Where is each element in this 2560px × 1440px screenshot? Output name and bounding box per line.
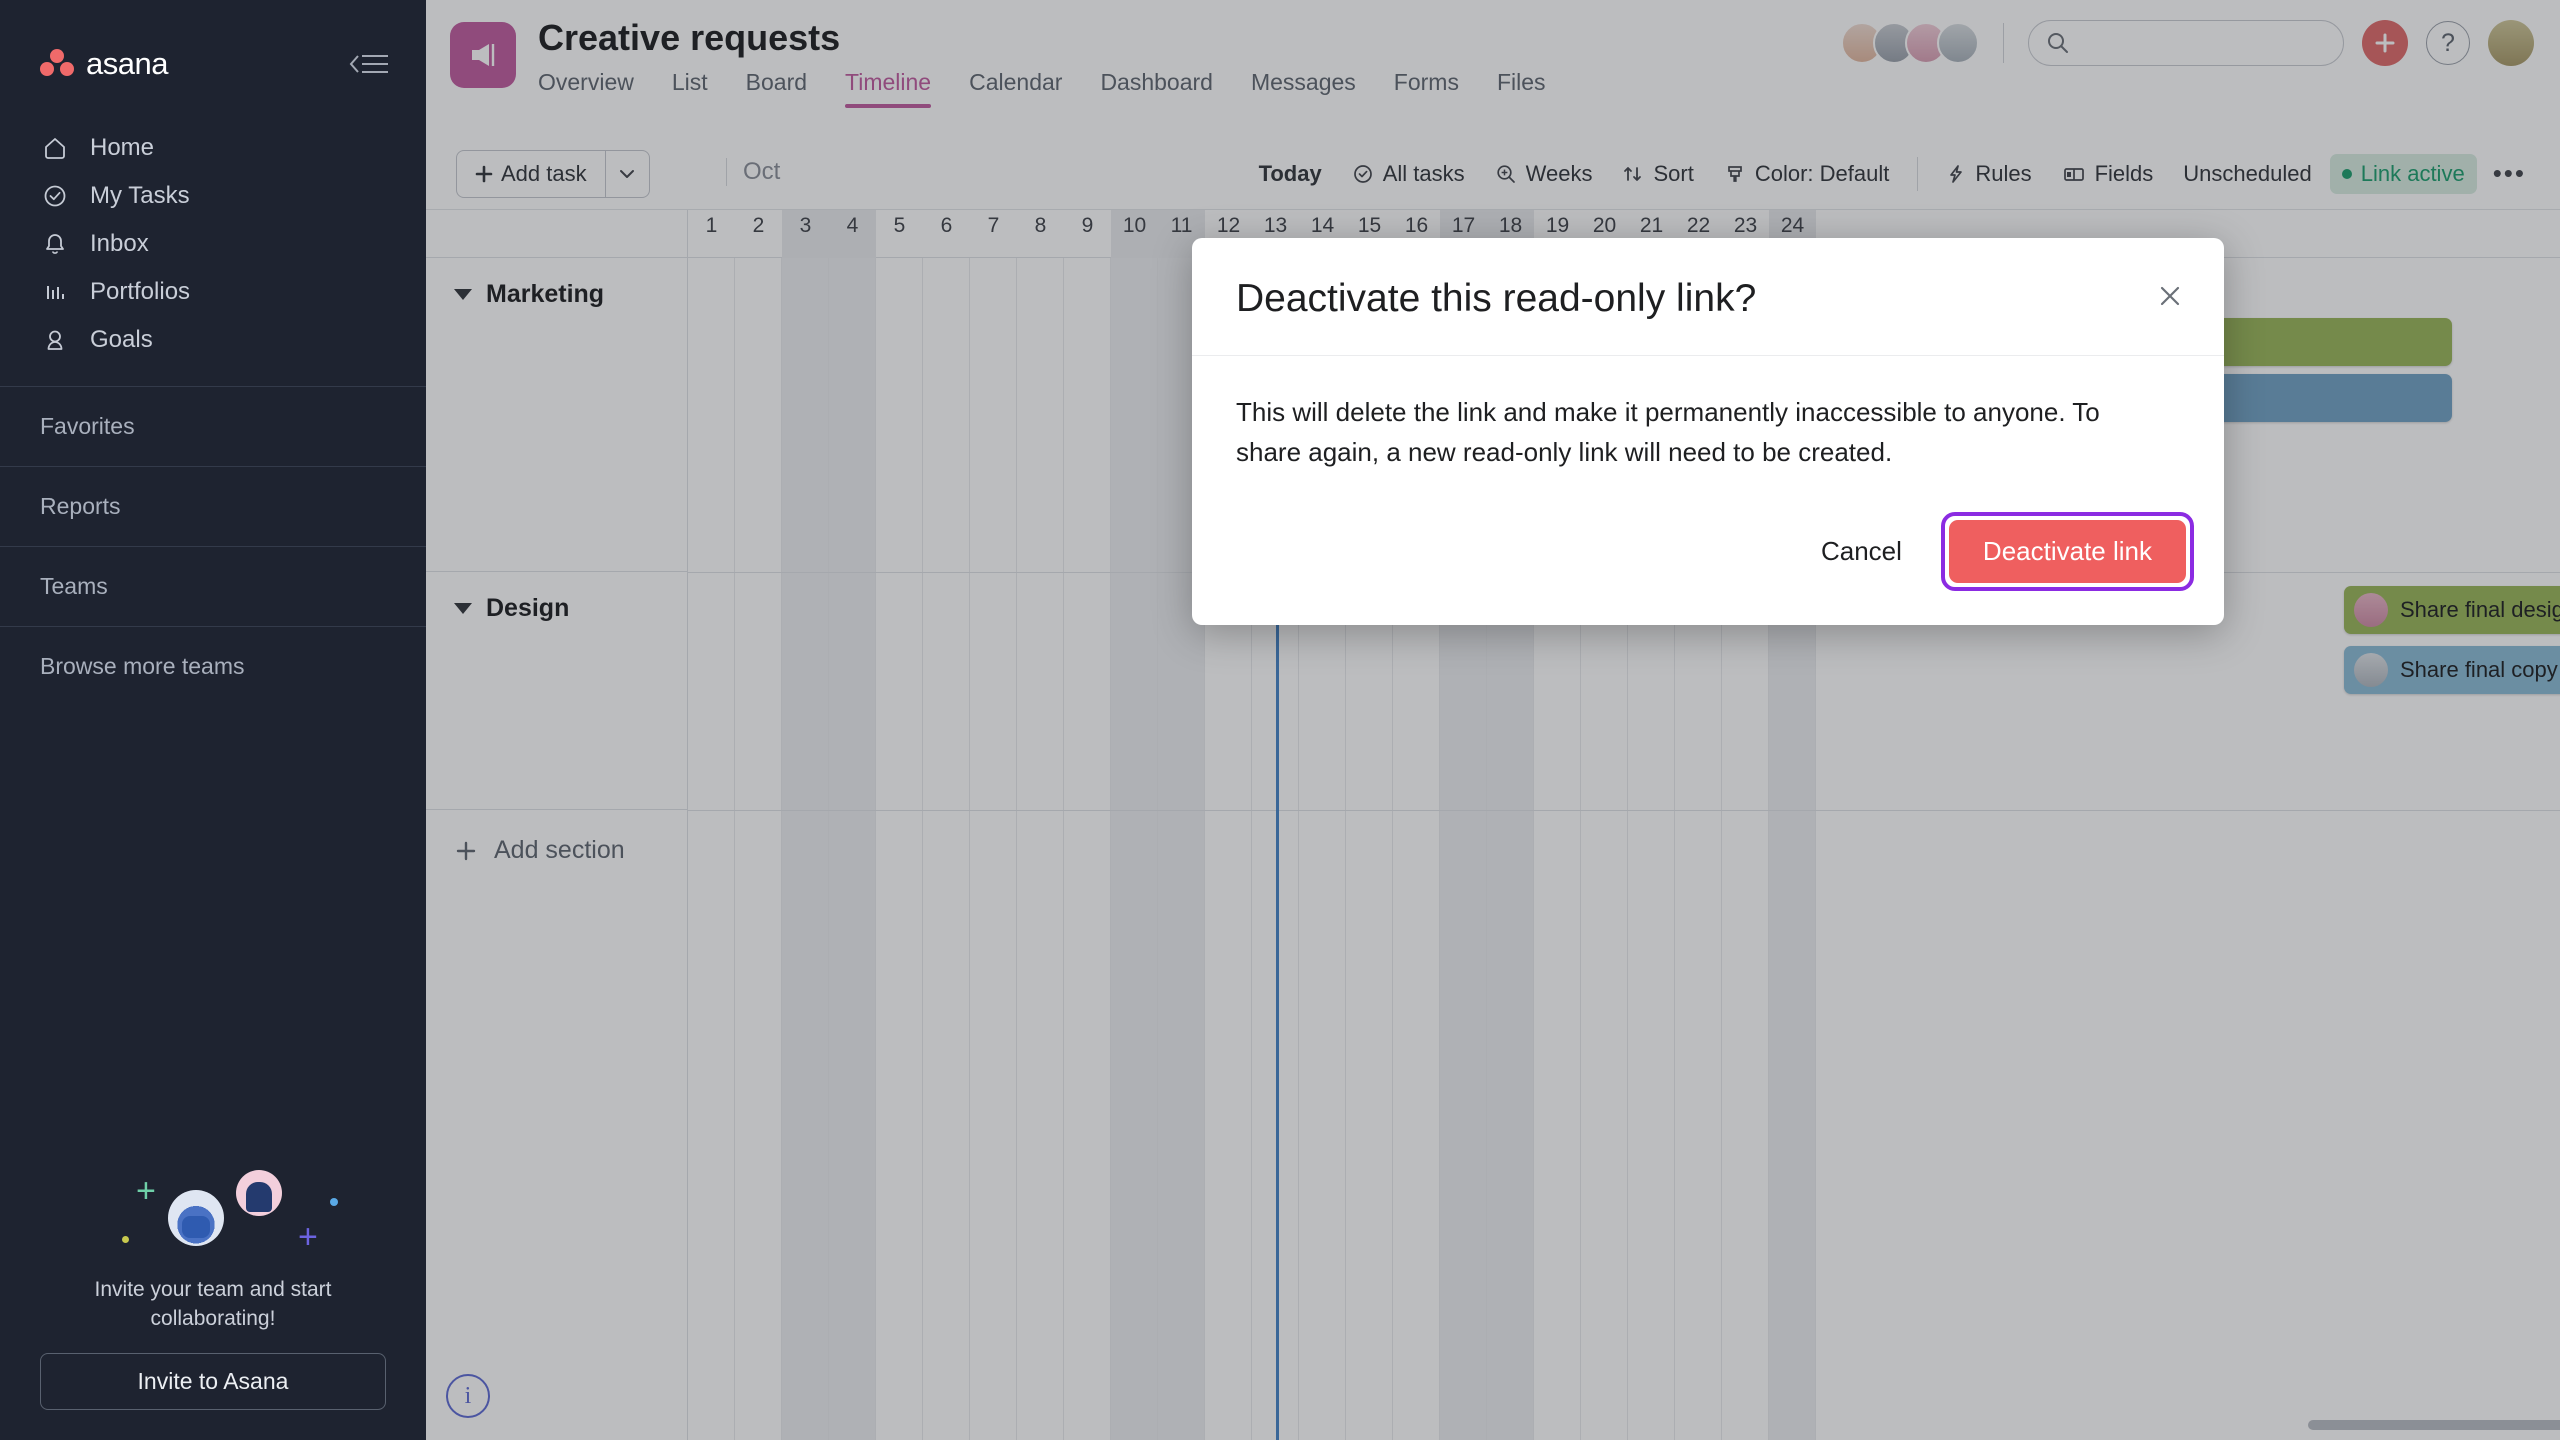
cancel-button[interactable]: Cancel xyxy=(1789,519,1933,585)
asana-logo[interactable]: asana xyxy=(40,46,168,82)
modal-body: This will delete the link and make it pe… xyxy=(1192,356,2224,483)
sidebar-item-label: Goals xyxy=(90,326,153,353)
goal-icon xyxy=(40,325,70,355)
sidebar-item-inbox[interactable]: Inbox xyxy=(0,220,426,268)
deactivate-link-modal: Deactivate this read-only link? This wil… xyxy=(1192,238,2224,626)
plus-decoration-icon: + xyxy=(298,1218,318,1257)
confirm-button-focus-ring: Deactivate link xyxy=(1940,512,2194,592)
sidebar-item-my-tasks[interactable]: My Tasks xyxy=(0,172,426,220)
avatar xyxy=(236,1170,282,1217)
invite-message: Invite your team and start collaborating… xyxy=(94,1278,332,1330)
sidebar-nav: Home My Tasks Inbox Portfolios Goals xyxy=(0,124,426,364)
asana-wordmark: asana xyxy=(86,46,168,81)
avatar xyxy=(168,1190,224,1247)
sidebar-section-browse-more-teams[interactable]: Browse more teams xyxy=(0,627,426,706)
modal-title: Deactivate this read-only link? xyxy=(1236,277,1757,320)
sidebar-header: asana xyxy=(0,0,426,82)
modal-actions: Cancel Deactivate link xyxy=(1192,482,2224,625)
close-icon[interactable] xyxy=(2150,276,2190,316)
bar-chart-icon xyxy=(40,277,70,307)
home-icon xyxy=(40,133,70,163)
sidebar-section-favorites[interactable]: Favorites xyxy=(0,387,426,466)
dot-decoration xyxy=(330,1198,338,1207)
sidebar-item-label: Home xyxy=(90,134,155,161)
invite-panel: + + Invite your team and start collabora… xyxy=(0,1152,426,1440)
sidebar-section-teams[interactable]: Teams xyxy=(0,547,426,626)
bell-icon xyxy=(40,229,70,259)
invite-to-asana-button[interactable]: Invite to Asana xyxy=(40,1353,386,1410)
sidebar: asana Home My Tasks Inbox Portfolios Goa… xyxy=(0,0,426,1440)
sidebar-item-label: Portfolios xyxy=(90,278,191,305)
invite-illustration: + + xyxy=(40,1152,386,1262)
check-circle-icon xyxy=(40,181,70,211)
sidebar-item-label: Inbox xyxy=(90,230,149,257)
modal-description: This will delete the link and make it pe… xyxy=(1236,396,2100,468)
sidebar-item-home[interactable]: Home xyxy=(0,124,426,172)
sidebar-item-label: My Tasks xyxy=(90,182,190,209)
main-area: Creative requests Overview List Board Ti… xyxy=(426,0,2560,1440)
sidebar-section-reports[interactable]: Reports xyxy=(0,467,426,546)
modal-overlay[interactable] xyxy=(426,0,2560,1440)
modal-header: Deactivate this read-only link? xyxy=(1192,238,2224,356)
dot-decoration xyxy=(122,1236,129,1244)
collapse-sidebar-icon[interactable] xyxy=(346,51,390,77)
deactivate-link-button[interactable]: Deactivate link xyxy=(1948,520,2186,584)
sidebar-item-portfolios[interactable]: Portfolios xyxy=(0,268,426,316)
asana-logo-icon xyxy=(40,49,74,79)
sidebar-item-goals[interactable]: Goals xyxy=(0,316,426,364)
plus-decoration-icon: + xyxy=(136,1172,156,1211)
